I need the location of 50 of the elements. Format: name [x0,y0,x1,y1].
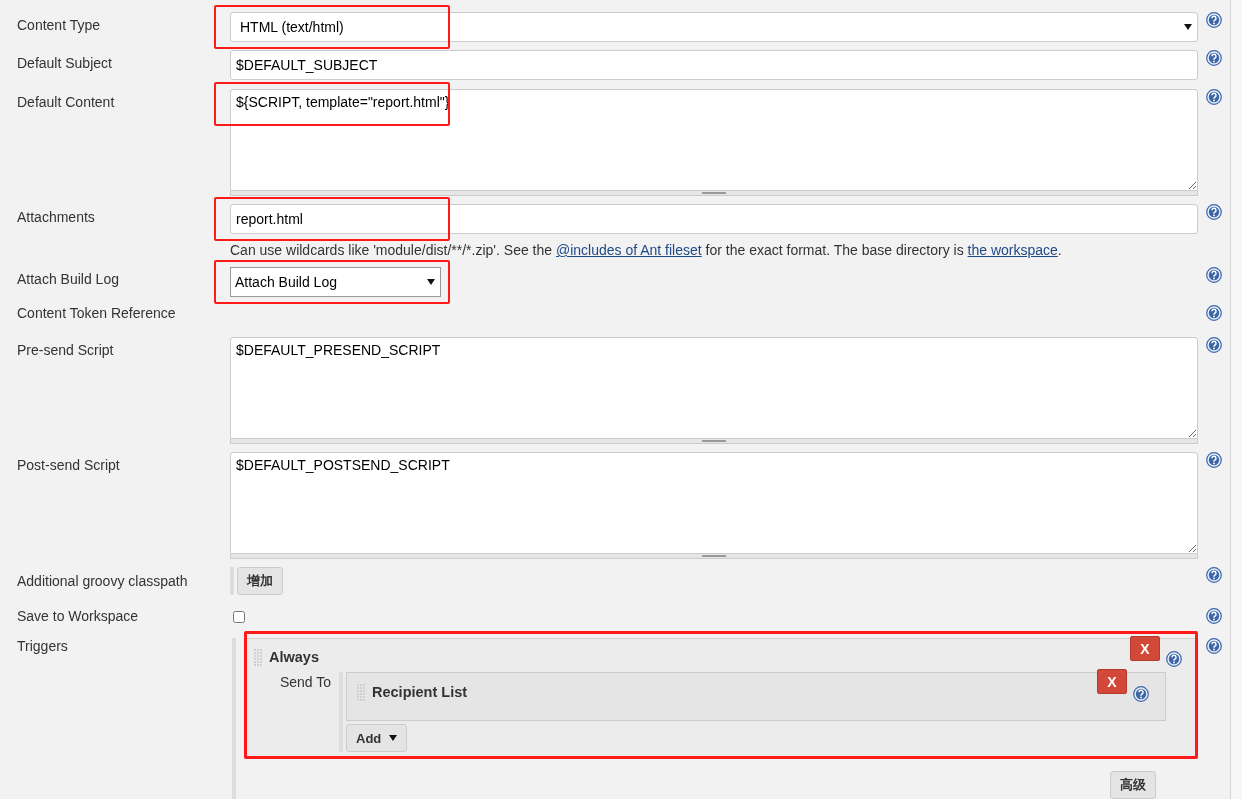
hint-text: Can use wildcards like 'module/dist/**/*.zip'. See the @includes of Ant fileset for the exact format. The base directory is the workspace. [230,242,1063,258]
text-area[interactable]: $DEFAULT_POSTSEND_SCRIPT [230,452,1198,554]
send-to-label: Send To [278,673,332,692]
help-icon[interactable] [1133,686,1149,702]
input-field[interactable]: $DEFAULT_SUBJECT [230,50,1198,80]
help-icon[interactable] [1206,204,1222,220]
caret-icon [389,735,398,741]
resize-grip[interactable] [230,191,1198,196]
build-log-select[interactable]: Attach Build Log [230,267,441,297]
help-icon[interactable] [1166,651,1182,667]
text-area[interactable]: $DEFAULT_PRESEND_SCRIPT [230,337,1198,439]
field-label: Default Content [17,93,116,112]
help-icon[interactable] [1206,608,1222,624]
help-icon[interactable] [1206,89,1222,105]
help-link[interactable]: @includes of Ant fileset [555,242,702,258]
caret-icon [1184,24,1192,30]
help-icon[interactable] [1206,567,1222,583]
text-area[interactable]: ${SCRIPT, template="report.html"} [230,89,1198,191]
field-label: Attach Build Log [17,270,120,289]
caret-icon [427,279,435,285]
remove-button[interactable]: X [1130,636,1160,661]
field-label: Pre-send Script [17,341,115,360]
field-label: Content Type [17,16,102,35]
field-label: Triggers [17,638,69,656]
drag-handle-icon[interactable] [253,648,263,666]
help-icon[interactable] [1206,267,1222,283]
recipient-title: Recipient List [372,684,468,700]
help-link[interactable]: the workspace [967,242,1058,258]
help-icon[interactable] [1206,452,1222,468]
resize-grip[interactable] [230,554,1198,559]
input-field[interactable]: report.html [230,204,1198,234]
help-icon[interactable] [1206,50,1222,66]
trigger-title: Always [269,649,319,665]
content-type-select[interactable]: HTML (text/html) [230,12,1198,42]
add-button[interactable]: 增加 [237,567,283,595]
remove-button[interactable]: X [1097,669,1127,694]
field-label: Post-send Script [17,456,121,475]
field-label: Content Token Reference [17,305,177,321]
checkbox[interactable] [233,611,245,623]
resize-grip[interactable] [230,439,1198,444]
help-icon[interactable] [1206,305,1222,321]
help-icon[interactable] [1206,337,1222,353]
field-label: Save to Workspace [17,608,140,626]
help-icon[interactable] [1206,638,1222,654]
field-label: Additional groovy classpath [17,572,189,591]
help-icon[interactable] [1206,12,1222,28]
advanced-button[interactable]: 高级 [1110,771,1156,799]
field-label: Default Subject [17,54,113,73]
add-button[interactable]: Add [346,724,408,752]
field-label: Attachments [17,208,96,227]
